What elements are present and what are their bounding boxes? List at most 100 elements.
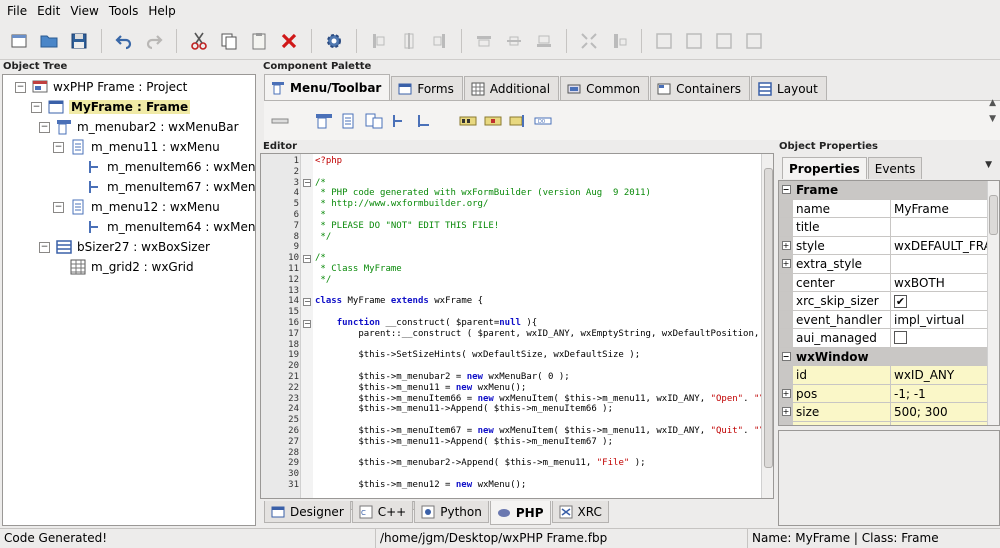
fold-toggle-icon[interactable]: − bbox=[303, 254, 311, 263]
palette-tab[interactable]: Common bbox=[560, 76, 650, 100]
editor-tab[interactable]: Designer bbox=[264, 501, 351, 523]
property-value[interactable]: ✔ bbox=[891, 292, 987, 310]
property-row[interactable]: aui_managed bbox=[779, 329, 987, 348]
border-right-button[interactable] bbox=[681, 28, 707, 54]
palette-tab[interactable]: Layout bbox=[751, 76, 827, 100]
align-center-v-button[interactable] bbox=[501, 28, 527, 54]
expand-icon[interactable]: + bbox=[781, 240, 791, 250]
menu-tools[interactable]: Tools bbox=[104, 0, 144, 22]
properties-tab[interactable]: Properties bbox=[782, 157, 867, 179]
property-checkbox[interactable]: ✔ bbox=[894, 295, 907, 308]
stretch-button[interactable] bbox=[606, 28, 632, 54]
fold-toggle-icon[interactable]: − bbox=[303, 179, 311, 188]
property-row[interactable]: + extra_style bbox=[779, 255, 987, 274]
property-value[interactable] bbox=[891, 329, 987, 347]
generate-code-button[interactable] bbox=[321, 28, 347, 54]
property-value[interactable]: wxDEFAULT_FRAME_STYLE bbox=[891, 237, 987, 255]
property-row[interactable]: name MyFrame bbox=[779, 199, 987, 218]
property-value[interactable]: wxBOTH bbox=[891, 274, 987, 292]
property-expander[interactable]: + bbox=[779, 236, 793, 254]
collapse-icon[interactable]: − bbox=[781, 351, 791, 361]
tree-node[interactable]: m_menuItem67 : wxMenuItem bbox=[69, 177, 255, 197]
property-value[interactable]: 500; 300 bbox=[891, 403, 987, 421]
tree-node[interactable]: m_menuItem66 : wxMenuItem bbox=[69, 157, 255, 177]
menubar-tool[interactable] bbox=[314, 111, 334, 131]
palette-scroll-arrows[interactable]: ▲ ▼ bbox=[989, 98, 996, 124]
tool-separator-tool[interactable] bbox=[508, 111, 528, 131]
editor-tab[interactable]: Python bbox=[414, 501, 489, 523]
property-expander[interactable]: + bbox=[779, 384, 793, 402]
property-category[interactable]: − Frame bbox=[779, 181, 987, 200]
tree-node[interactable]: − MyFrame : Frame bbox=[31, 97, 191, 117]
property-row[interactable]: + pos -1; -1 bbox=[779, 384, 987, 403]
toolbar-tool[interactable] bbox=[458, 111, 478, 131]
property-value[interactable]: impl_virtual bbox=[891, 311, 987, 329]
menu-view[interactable]: View bbox=[65, 0, 103, 22]
menu-separator-tool[interactable] bbox=[414, 111, 434, 131]
copy-button[interactable] bbox=[216, 28, 242, 54]
border-top-button[interactable] bbox=[711, 28, 737, 54]
tree-node[interactable]: − m_menubar2 : wxMenuBar bbox=[39, 117, 239, 137]
palette-tab[interactable]: Forms bbox=[391, 76, 463, 100]
editor-tab[interactable]: XRC bbox=[551, 501, 609, 523]
editor-vertical-thumb[interactable] bbox=[764, 168, 773, 468]
redo-button[interactable] bbox=[141, 28, 167, 54]
property-row[interactable]: + size 500; 300 bbox=[779, 403, 987, 422]
property-value[interactable]: -1; -1 bbox=[891, 385, 987, 403]
collapse-toggle-icon[interactable]: − bbox=[39, 241, 50, 253]
property-category[interactable]: − wxWindow bbox=[779, 347, 987, 366]
property-checkbox[interactable] bbox=[894, 331, 907, 344]
tree-node[interactable]: − m_menu11 : wxMenu bbox=[53, 137, 220, 157]
menu-edit[interactable]: Edit bbox=[32, 0, 65, 22]
tree-node[interactable]: m_grid2 : wxGrid bbox=[53, 257, 194, 277]
collapse-toggle-icon[interactable]: − bbox=[53, 201, 64, 213]
property-value[interactable]: -1; -1 bbox=[891, 422, 987, 426]
expand-icon[interactable]: + bbox=[781, 388, 791, 398]
collapse-toggle-icon[interactable]: − bbox=[53, 141, 64, 153]
border-bottom-button[interactable] bbox=[741, 28, 767, 54]
statusbar-tool[interactable]: D0 bbox=[533, 111, 553, 131]
new-project-button[interactable] bbox=[6, 28, 32, 54]
align-left-button[interactable] bbox=[366, 28, 392, 54]
property-expander[interactable]: + bbox=[779, 403, 793, 421]
align-bottom-button[interactable] bbox=[531, 28, 557, 54]
code-editor[interactable]: 1 2 3 4 5 6 7 8 9 10 11 12 13 14 15 16 17 18 19 20 21 22 23 24 2… bbox=[260, 153, 774, 499]
fold-toggle-icon[interactable]: − bbox=[303, 297, 311, 306]
collapse-toggle-icon[interactable]: − bbox=[39, 121, 50, 133]
editor-tab[interactable]: PHP bbox=[489, 501, 551, 525]
property-row[interactable]: +minimum_size-1; -1 bbox=[779, 421, 987, 426]
property-row[interactable]: title bbox=[779, 218, 987, 237]
object-tree[interactable]: − wxPHP Frame : Project − MyFrame : Frame − m… bbox=[2, 74, 256, 526]
fold-margin[interactable]: − − − − bbox=[301, 154, 313, 498]
fold-toggle-icon[interactable]: − bbox=[303, 319, 311, 328]
property-value[interactable]: wxID_ANY bbox=[891, 366, 987, 384]
align-right-button[interactable] bbox=[426, 28, 452, 54]
align-top-button[interactable] bbox=[471, 28, 497, 54]
open-project-button[interactable] bbox=[36, 28, 62, 54]
undo-button[interactable] bbox=[111, 28, 137, 54]
property-row[interactable]: +stylewxDEFAULT_FRAME_STYLE bbox=[779, 236, 987, 255]
save-project-button[interactable] bbox=[66, 28, 92, 54]
property-grid[interactable]: − Frame name MyFrame title + style wxDEFAULT_FR… bbox=[778, 180, 1000, 426]
menu-tool[interactable] bbox=[339, 111, 359, 131]
expand-icon[interactable]: + bbox=[781, 259, 791, 269]
collapse-icon[interactable]: − bbox=[781, 185, 791, 195]
tree-node[interactable]: − bSizer27 : wxBoxSizer bbox=[39, 237, 210, 257]
expand-button[interactable] bbox=[576, 28, 602, 54]
palette-tab[interactable]: Menu/Toolbar bbox=[264, 74, 391, 100]
property-row[interactable]: event_handler impl_virtual bbox=[779, 310, 987, 329]
toolbar-separator-tool[interactable] bbox=[270, 111, 290, 131]
properties-tab[interactable]: Events bbox=[867, 157, 923, 179]
editor-vertical-scrollbar[interactable] bbox=[761, 154, 773, 498]
align-center-h-button[interactable] bbox=[396, 28, 422, 54]
property-value[interactable]: MyFrame bbox=[891, 200, 987, 218]
submenu-tool[interactable] bbox=[364, 111, 384, 131]
property-row[interactable]: xrc_skip_sizer ✔ bbox=[779, 292, 987, 311]
tree-node[interactable]: − m_menu12 : wxMenu bbox=[53, 197, 220, 217]
expand-icon[interactable]: + bbox=[781, 407, 791, 417]
property-vertical-scrollbar[interactable] bbox=[987, 181, 999, 425]
property-value[interactable] bbox=[891, 218, 987, 236]
collapse-toggle-icon[interactable]: − bbox=[31, 101, 42, 113]
paste-button[interactable] bbox=[246, 28, 272, 54]
dropdown-arrow-icon[interactable]: ▼ bbox=[985, 160, 992, 170]
